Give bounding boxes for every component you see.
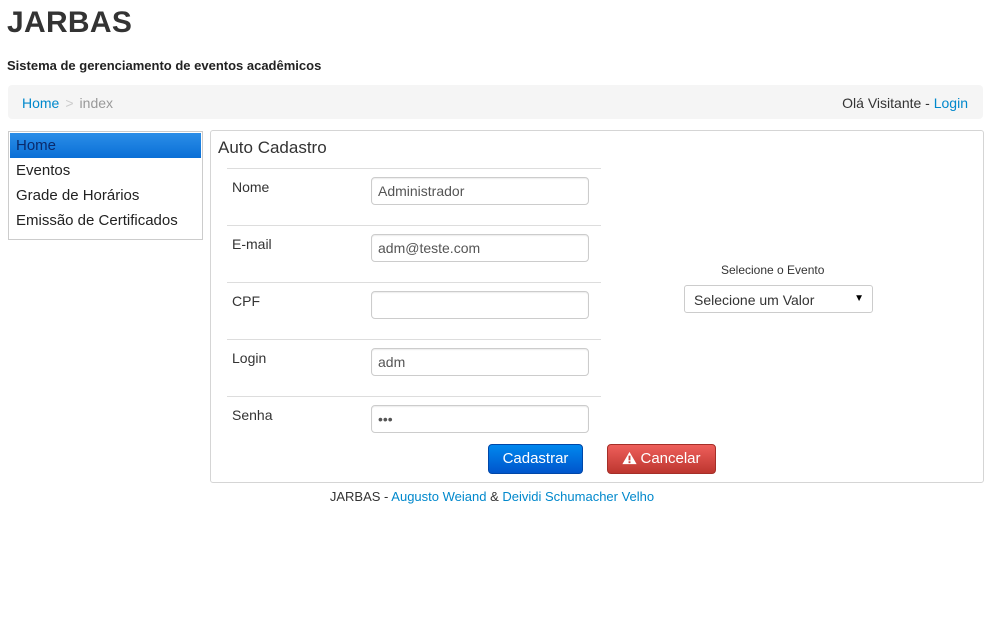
cadastrar-button[interactable]: Cadastrar [488, 444, 583, 474]
footer-ampersand: & [486, 489, 503, 504]
event-select-value: Selecione um Valor [694, 292, 815, 308]
sidebar-menu: Home Eventos Grade de Horários Emissão d… [8, 131, 203, 240]
nome-input[interactable] [371, 177, 589, 205]
sidebar-item-home[interactable]: Home [10, 133, 201, 158]
footer: JARBAS - Augusto Weiand & Deividi Schuma… [0, 489, 1000, 504]
app-title: JARBAS [7, 6, 133, 39]
login-input[interactable] [371, 348, 589, 376]
sidebar-item-grade-de-horarios[interactable]: Grade de Horários [9, 183, 202, 208]
warning-icon [622, 451, 638, 465]
breadcrumb: Home > index [22, 95, 113, 111]
form-row-email: E-mail [227, 225, 601, 282]
footer-prefix: JARBAS - [329, 489, 392, 504]
cpf-input[interactable] [371, 291, 589, 319]
nome-label: Nome [232, 179, 270, 195]
cancelar-button[interactable]: Cancelar [607, 444, 716, 474]
breadcrumb-home-link[interactable]: Home [22, 95, 59, 111]
email-input[interactable] [371, 234, 589, 262]
form-row-nome: Nome [227, 168, 601, 225]
breadcrumb-separator: > [65, 95, 74, 111]
cpf-label: CPF [232, 293, 260, 309]
footer-author-link-1[interactable]: Augusto Weiand [391, 489, 486, 504]
login-label: Login [232, 350, 267, 366]
sidebar-item-emissao-de-certificados[interactable]: Emissão de Certificados [9, 208, 202, 233]
event-select-label: Selecione o Evento [721, 263, 825, 277]
registration-panel: Auto Cadastro Nome E-mail CPF Login Senh… [210, 130, 984, 483]
breadcrumb-current: index [79, 95, 114, 111]
email-label: E-mail [232, 236, 272, 252]
event-select[interactable]: Selecione um Valor ▼ [684, 285, 873, 313]
form-title: Auto Cadastro [218, 138, 327, 157]
user-greeting: Olá Visitante - [842, 95, 934, 111]
cancelar-button-label: Cancelar [640, 450, 701, 467]
form-row-login: Login [227, 339, 601, 396]
password-input[interactable] [371, 405, 589, 433]
senha-label: Senha [232, 407, 273, 423]
app-subtitle: Sistema de gerenciamento de eventos acad… [7, 58, 322, 73]
sidebar-item-eventos[interactable]: Eventos [9, 158, 202, 183]
caret-down-icon: ▼ [854, 293, 864, 304]
footer-author-link-2[interactable]: Deividi Schumacher Velho [502, 489, 654, 504]
cadastrar-button-label: Cadastrar [502, 450, 569, 467]
breadcrumb-bar: Home > index Olá Visitante - Login [8, 85, 983, 119]
user-area: Olá Visitante - Login [842, 95, 968, 111]
login-link[interactable]: Login [934, 95, 968, 111]
form-row-cpf: CPF [227, 282, 601, 339]
